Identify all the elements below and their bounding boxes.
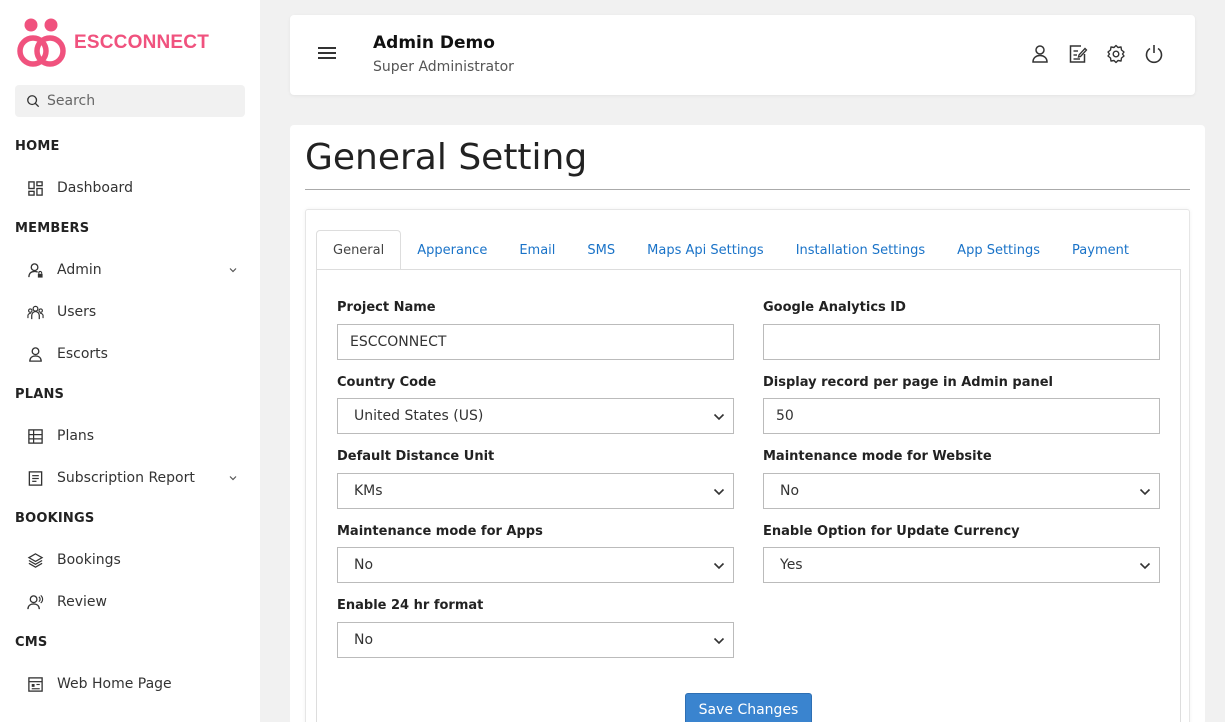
settings-tabs: General Apperance Email SMS Maps Api Set…	[316, 230, 1145, 270]
chevron-down-icon	[713, 488, 725, 496]
chevron-down-icon	[1139, 488, 1151, 496]
sidebar-item-label: Escorts	[57, 346, 108, 362]
section-members: MEMBERS	[15, 221, 90, 236]
sidebar-item-escorts[interactable]: Escorts	[26, 340, 246, 368]
save-changes-button[interactable]: Save Changes	[685, 693, 812, 722]
sidebar-item-label: Dashboard	[57, 180, 133, 196]
sidebar-item-label: Bookings	[57, 552, 121, 568]
section-plans: PLANS	[15, 387, 65, 402]
brand-name: ESCCONNECT	[74, 32, 210, 53]
sidebar-item-label: Users	[57, 304, 97, 320]
top-header: Admin Demo Super Administrator	[290, 15, 1195, 95]
title-divider	[305, 189, 1190, 190]
search-icon	[27, 95, 40, 108]
sidebar-item-bookings[interactable]: Bookings	[26, 546, 246, 574]
users-icon	[26, 303, 44, 321]
update-currency-label: Enable Option for Update Currency	[763, 524, 1020, 539]
maintenance-apps-label: Maintenance mode for Apps	[337, 524, 543, 539]
sidebar-item-label: Admin	[57, 262, 102, 278]
content-card: General Setting General Apperance Email …	[290, 125, 1205, 722]
chevron-down-icon	[713, 413, 725, 421]
chevron-down-icon	[713, 562, 725, 570]
brand-logo[interactable]: ESCCONNECT	[14, 16, 209, 70]
distance-unit-select[interactable]: KMs	[337, 473, 734, 509]
power-icon[interactable]	[1143, 43, 1165, 65]
section-bookings: BOOKINGS	[15, 511, 95, 526]
country-code-select[interactable]: United States (US)	[337, 398, 734, 434]
project-name-label: Project Name	[337, 300, 436, 315]
google-analytics-label: Google Analytics ID	[763, 300, 906, 315]
settings-icon[interactable]	[1105, 43, 1127, 65]
search-placeholder: Search	[47, 93, 96, 109]
review-icon	[26, 593, 44, 611]
general-tab-panel: Project Name ESCCONNECT Google Analytics…	[316, 269, 1181, 722]
layers-icon	[26, 551, 44, 569]
google-analytics-input[interactable]	[763, 324, 1160, 360]
country-code-label: Country Code	[337, 375, 437, 390]
tab-email[interactable]: Email	[503, 230, 571, 270]
settings-card: General Apperance Email SMS Maps Api Set…	[305, 209, 1190, 722]
section-cms: CMS	[15, 635, 48, 650]
sidebar-item-plans[interactable]: Plans	[26, 422, 246, 450]
section-home: HOME	[15, 139, 60, 154]
hr-format-value: No	[354, 632, 374, 648]
update-currency-value: Yes	[780, 557, 803, 573]
chevron-down-icon	[713, 637, 725, 645]
sidebar: ESCCONNECT Search HOME Dashboard MEMBERS…	[0, 0, 260, 722]
maintenance-apps-value: No	[354, 557, 374, 573]
edit-note-icon[interactable]	[1067, 43, 1089, 65]
sidebar-item-admin[interactable]: Admin	[26, 256, 246, 284]
maintenance-website-label: Maintenance mode for Website	[763, 449, 992, 464]
tab-app-settings[interactable]: App Settings	[941, 230, 1056, 270]
tab-payment[interactable]: Payment	[1056, 230, 1145, 270]
report-icon	[26, 469, 44, 487]
tab-maps-api-settings[interactable]: Maps Api Settings	[631, 230, 780, 270]
sidebar-item-label: Subscription Report	[57, 470, 195, 486]
chevron-down-icon	[229, 268, 237, 273]
maintenance-website-select[interactable]: No	[763, 473, 1160, 509]
records-per-page-label: Display record per page in Admin panel	[763, 375, 1054, 390]
sidebar-item-dashboard[interactable]: Dashboard	[26, 174, 246, 202]
menu-toggle-icon[interactable]	[318, 47, 336, 61]
admin-user-icon	[26, 261, 44, 279]
sidebar-item-subscription-report[interactable]: Subscription Report	[26, 464, 246, 492]
dashboard-icon	[26, 179, 44, 197]
sidebar-item-review[interactable]: Review	[26, 588, 246, 616]
sidebar-item-label: Plans	[57, 428, 95, 444]
tab-apperance[interactable]: Apperance	[401, 230, 503, 270]
chevron-down-icon	[229, 476, 237, 481]
user-role: Super Administrator	[373, 59, 514, 75]
logo-rings-icon	[17, 18, 66, 67]
hr-format-label: Enable 24 hr format	[337, 598, 484, 613]
chevron-down-icon	[1139, 562, 1151, 570]
tab-installation-settings[interactable]: Installation Settings	[780, 230, 941, 270]
table-grid-icon	[26, 427, 44, 445]
distance-unit-label: Default Distance Unit	[337, 449, 495, 464]
sidebar-item-web-home-page[interactable]: Web Home Page	[26, 670, 246, 698]
update-currency-select[interactable]: Yes	[763, 547, 1160, 583]
person-icon	[26, 345, 44, 363]
search-input[interactable]: Search	[15, 85, 245, 117]
sidebar-item-label: Web Home Page	[57, 676, 172, 692]
tab-sms[interactable]: SMS	[571, 230, 631, 270]
user-name: Admin Demo	[373, 33, 495, 53]
profile-icon[interactable]	[1029, 43, 1051, 65]
distance-unit-value: KMs	[354, 483, 383, 499]
project-name-input[interactable]: ESCCONNECT	[337, 324, 734, 360]
tab-general[interactable]: General	[316, 230, 402, 270]
sidebar-item-users[interactable]: Users	[26, 298, 246, 326]
sidebar-item-label: Review	[57, 594, 107, 610]
country-code-value: United States (US)	[354, 408, 484, 424]
records-per-page-input[interactable]: 50	[763, 398, 1160, 434]
maintenance-website-value: No	[780, 483, 800, 499]
maintenance-apps-select[interactable]: No	[337, 547, 734, 583]
web-page-icon	[26, 675, 44, 693]
hr-format-select[interactable]: No	[337, 622, 734, 658]
page-title: General Setting	[305, 137, 588, 178]
